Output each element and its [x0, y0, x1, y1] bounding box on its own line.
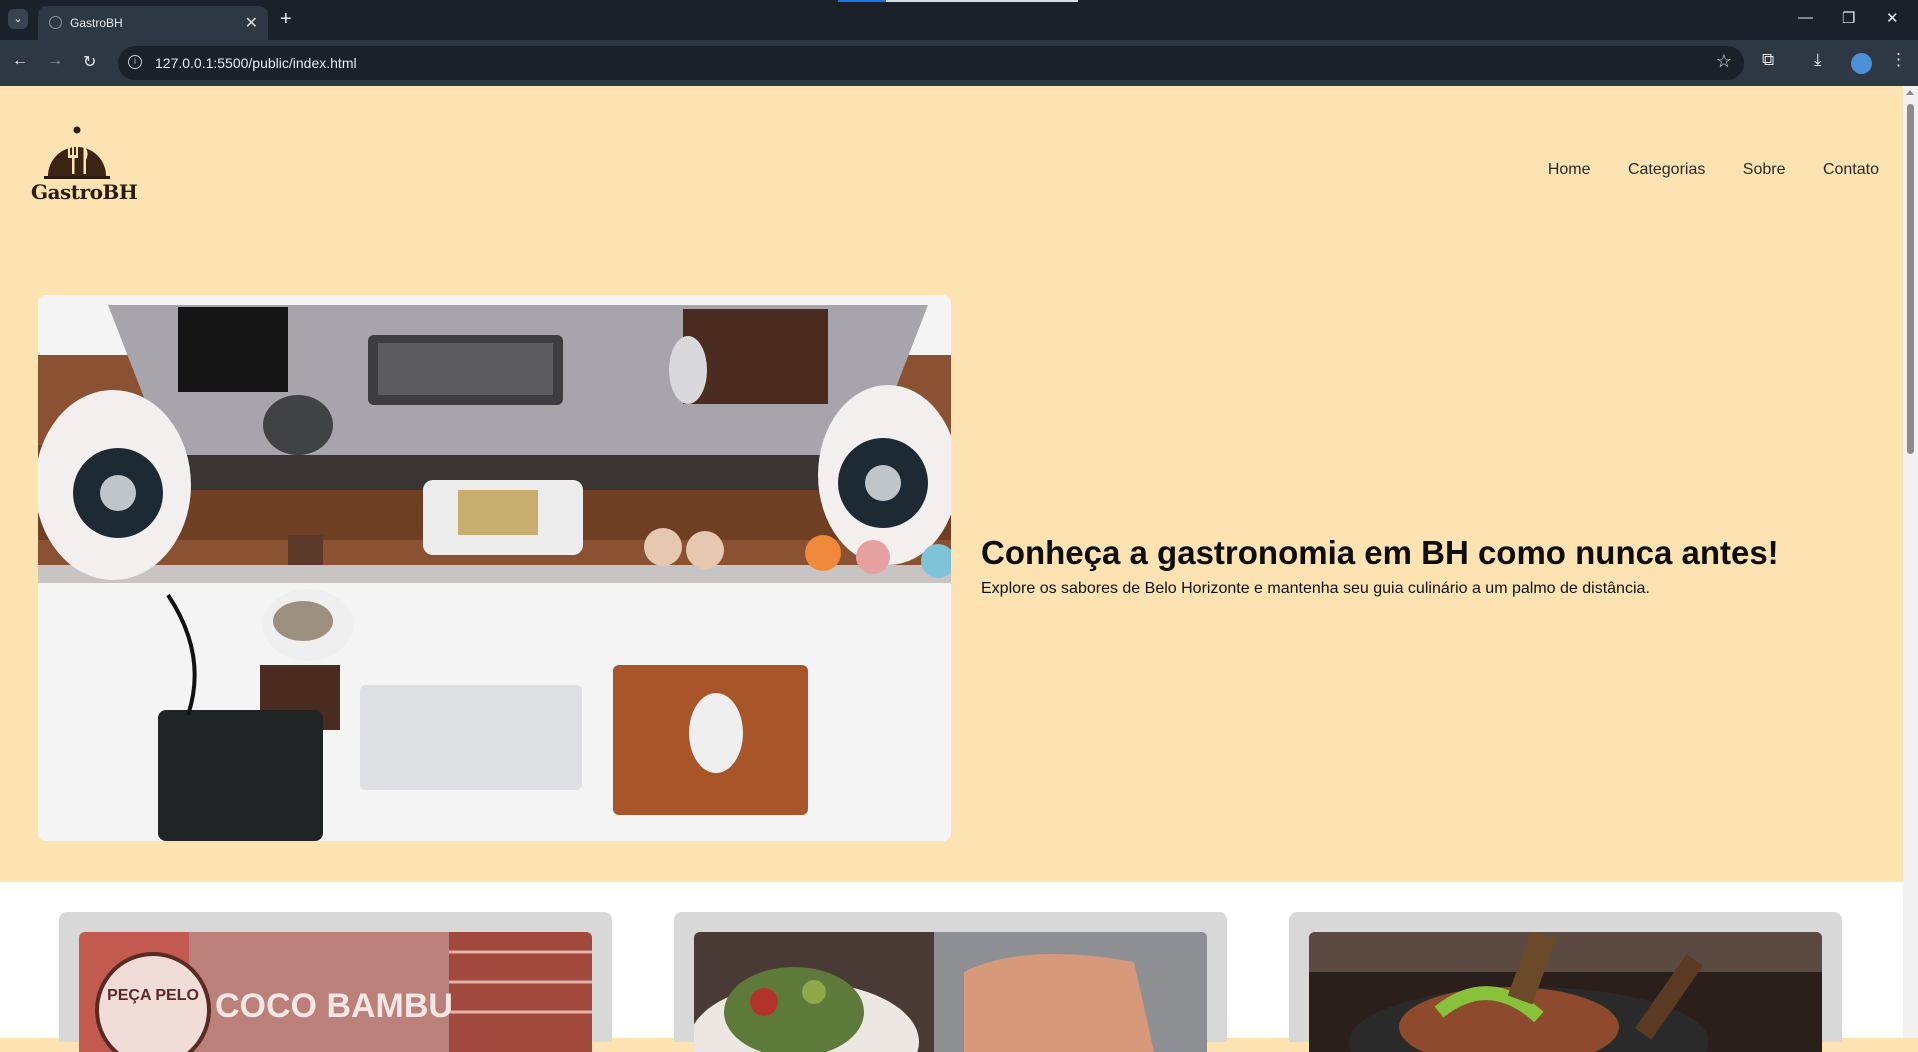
url-text: 127.0.0.1:5500/public/index.html	[155, 55, 357, 71]
tab-strip: ⌄ GastroBH ✕ + — ❐ ✕	[0, 0, 1918, 40]
restaurant-card-image	[694, 932, 1207, 1052]
scroll-up-icon[interactable]	[1906, 90, 1914, 95]
address-bar[interactable]: i 127.0.0.1:5500/public/index.html ☆	[118, 46, 1744, 80]
hero-text: Conheça a gastronomia em BH como nunca a…	[981, 534, 1881, 598]
extensions-icon[interactable]: ⧉	[1762, 50, 1774, 70]
loading-bar	[838, 0, 1078, 2]
card1-sign-text: COCO BAMBU	[215, 987, 453, 1025]
restaurant-card-image: PEÇA PELO COCO BAMBU	[79, 932, 592, 1052]
restaurant-card-image	[1309, 932, 1822, 1052]
nav-categorias[interactable]: Categorias	[1628, 161, 1705, 179]
tab-gastrobh[interactable]: GastroBH ✕	[38, 6, 268, 40]
browser-toolbar: ← → ↻ i 127.0.0.1:5500/public/index.html…	[0, 40, 1918, 86]
menu-icon[interactable]: ⋮	[1890, 50, 1907, 70]
tab-search-icon[interactable]: ⌄	[8, 9, 28, 29]
page: GastroBH Home Categorias Sobre Contato C…	[0, 86, 1903, 1038]
site-info-icon[interactable]: i	[128, 55, 142, 69]
tab-title: GastroBH	[70, 16, 123, 30]
minimize-icon[interactable]: —	[1798, 9, 1813, 26]
nav-sobre[interactable]: Sobre	[1743, 161, 1786, 179]
reload-icon[interactable]: ↻	[83, 52, 96, 72]
restore-icon[interactable]: ❐	[1842, 9, 1855, 27]
page-scrollbar[interactable]	[1903, 86, 1918, 1038]
logo-text: GastroBH	[31, 180, 138, 204]
browser-chrome: ⌄ GastroBH ✕ + — ❐ ✕ ← → ↻ i 127.0.0.1:5…	[0, 0, 1918, 86]
back-icon[interactable]: ←	[12, 52, 28, 70]
nav-home[interactable]: Home	[1548, 161, 1591, 179]
hero-title: Conheça a gastronomia em BH como nunca a…	[981, 534, 1779, 571]
main-nav: Home Categorias Sobre Contato	[1515, 161, 1879, 179]
cloche-icon	[44, 126, 110, 179]
nav-contato[interactable]: Contato	[1823, 161, 1879, 179]
restaurant-card[interactable]	[674, 912, 1227, 1052]
hero-image	[38, 295, 951, 841]
site-logo[interactable]: GastroBH	[30, 124, 138, 204]
restaurant-card[interactable]: PEÇA PELO COCO BAMBU	[59, 912, 612, 1052]
window-close-icon[interactable]: ✕	[1886, 9, 1899, 27]
profile-avatar-icon[interactable]	[1851, 53, 1872, 74]
globe-icon	[49, 16, 62, 29]
new-tab-icon[interactable]: +	[280, 8, 292, 31]
card1-badge-text: PEÇA PELO	[107, 987, 199, 1004]
close-icon[interactable]: ✕	[245, 13, 258, 33]
forward-icon[interactable]: →	[47, 52, 63, 70]
scrollbar-thumb[interactable]	[1907, 104, 1914, 454]
bookmark-star-icon[interactable]: ☆	[1716, 51, 1732, 72]
hero-subtitle: Explore os sabores de Belo Horizonte e m…	[981, 580, 1650, 597]
download-icon[interactable]: ⤓	[1814, 50, 1822, 70]
restaurant-card[interactable]	[1289, 912, 1842, 1052]
